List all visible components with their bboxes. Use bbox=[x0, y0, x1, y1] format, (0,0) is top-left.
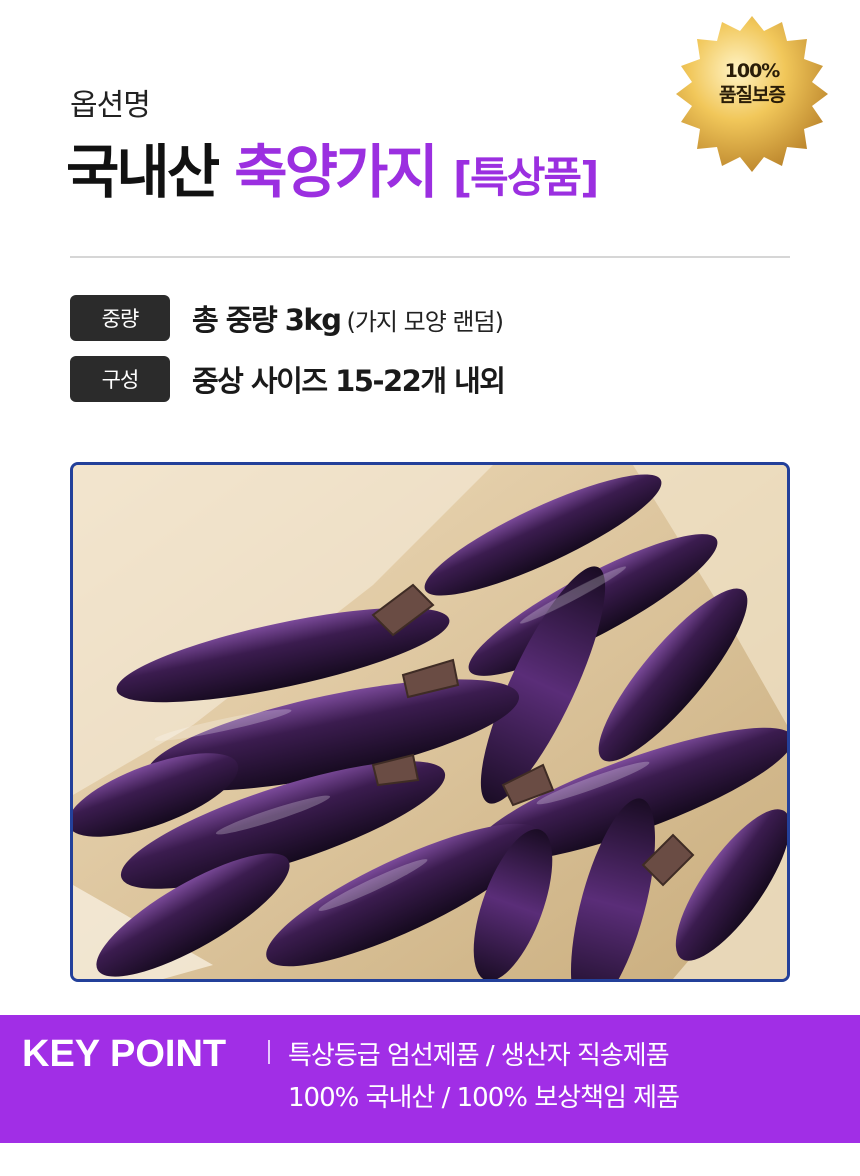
spec-row-composition: 구성 중상 사이즈 15-22개 내외 bbox=[70, 356, 506, 402]
spec-tag-weight: 중량 bbox=[70, 295, 170, 341]
spec-value-weight-main: 총 중량 3kg bbox=[192, 303, 342, 337]
spec-value-weight: 총 중량 3kg (가지 모양 랜덤) bbox=[192, 297, 504, 339]
badge-line1: 100% bbox=[724, 60, 781, 82]
product-title: 국내산 축양가지 [특상품] bbox=[66, 138, 599, 208]
spec-tag-composition: 구성 bbox=[70, 356, 170, 402]
key-point-title: KEY POINT bbox=[22, 1033, 227, 1075]
key-point-banner: KEY POINT 특상등급 엄선제품 / 생산자 직송제품 100% 국내산 … bbox=[0, 1015, 860, 1143]
spec-row-weight: 중량 총 중량 3kg (가지 모양 랜덤) bbox=[70, 295, 504, 341]
title-origin: 국내산 bbox=[66, 138, 220, 206]
eggplant-illustration bbox=[73, 465, 787, 979]
key-point-line2: 100% 국내산 / 100% 보상책임 제품 bbox=[288, 1083, 680, 1113]
divider bbox=[70, 256, 790, 258]
spec-value-composition: 중상 사이즈 15-22개 내외 bbox=[192, 364, 506, 398]
key-point-separator bbox=[268, 1040, 270, 1064]
badge-line2: 품질보증 bbox=[719, 83, 786, 106]
eggplant-box-photo bbox=[70, 462, 790, 982]
title-grade: [특상품] bbox=[452, 153, 599, 202]
key-point-line1: 특상등급 엄선제품 / 생산자 직송제품 bbox=[288, 1041, 670, 1071]
option-label: 옵션명 bbox=[70, 88, 151, 123]
title-name: 축양가지 bbox=[234, 138, 438, 206]
spec-value-weight-note: (가지 모양 랜덤) bbox=[346, 308, 503, 336]
badge-text: 100% 품질보증 bbox=[672, 60, 832, 108]
